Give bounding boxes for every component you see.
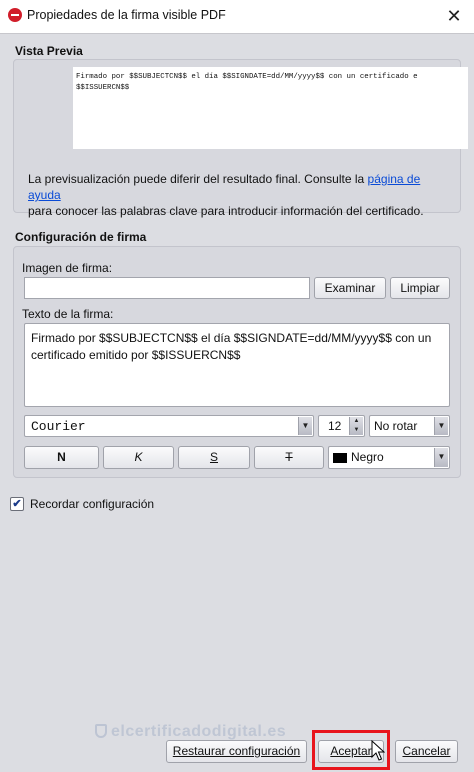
font-select[interactable]: Courier ▼ xyxy=(24,415,314,437)
restore-button[interactable]: Restaurar configuración xyxy=(166,740,307,763)
clear-button[interactable]: Limpiar xyxy=(390,277,450,299)
color-swatch xyxy=(333,453,347,463)
window-title: Propiedades de la firma visible PDF xyxy=(27,8,226,22)
remember-label: Recordar configuración xyxy=(30,497,155,511)
color-select[interactable]: Negro ▼ xyxy=(328,446,450,469)
font-select-value: Courier xyxy=(31,419,86,434)
mouse-cursor-icon xyxy=(371,740,385,761)
bold-button[interactable]: N xyxy=(24,446,99,469)
restore-button-label: Restaurar configuración xyxy=(172,744,301,758)
image-label: Imagen de firma: xyxy=(22,261,113,275)
cancel-button-label: Cancelar xyxy=(402,744,451,758)
rotation-select[interactable]: No rotar ▼ xyxy=(369,415,450,437)
cancel-button[interactable]: Cancelar xyxy=(395,740,458,763)
rotation-select-value: No rotar xyxy=(374,419,418,433)
help-text-end: para conocer las palabras clave para int… xyxy=(28,204,424,218)
strikethrough-button[interactable]: T xyxy=(254,446,324,469)
browse-button[interactable]: Examinar xyxy=(314,277,386,299)
italic-button[interactable]: K xyxy=(103,446,174,469)
chevron-down-icon: ▼ xyxy=(298,417,312,435)
help-text: La previsualización puede diferir del re… xyxy=(28,171,448,219)
underline-button[interactable]: S xyxy=(178,446,250,469)
remember-checkbox[interactable]: ✔ xyxy=(10,497,24,511)
help-text-intro: La previsualización puede diferir del re… xyxy=(28,172,368,186)
preview-section-title: Vista Previa xyxy=(15,44,83,58)
chevron-down-icon: ▼ xyxy=(434,448,448,467)
signature-text-label: Texto de la firma: xyxy=(22,307,114,321)
watermark-text: elcertificadodigital.es xyxy=(111,723,287,740)
chevron-down-icon: ▼ xyxy=(434,417,448,435)
watermark: elcertificadodigital.es xyxy=(95,723,286,741)
config-section-title: Configuración de firma xyxy=(15,230,147,244)
font-size-value: 12 xyxy=(328,419,342,433)
font-size-spinner[interactable]: 12 ▲ ▼ xyxy=(318,415,365,437)
shield-icon xyxy=(95,724,107,738)
app-icon xyxy=(8,8,22,22)
spinner-arrows-icon[interactable]: ▲ ▼ xyxy=(349,417,363,435)
signature-text-area[interactable]: Firmado por $$SUBJECTCN$$ el día $$SIGND… xyxy=(24,323,450,407)
dialog-body: Vista Previa Firmado por $$SUBJECTCN$$ e… xyxy=(0,33,474,772)
signature-preview: Firmado por $$SUBJECTCN$$ el día $$SIGND… xyxy=(73,67,468,149)
image-path-input[interactable] xyxy=(24,277,310,299)
preview-text: Firmado por $$SUBJECTCN$$ el día $$SIGND… xyxy=(76,73,418,92)
title-bar: Propiedades de la firma visible PDF ✕ xyxy=(0,0,474,32)
color-select-value: Negro xyxy=(351,450,384,464)
close-button[interactable]: ✕ xyxy=(442,5,466,27)
